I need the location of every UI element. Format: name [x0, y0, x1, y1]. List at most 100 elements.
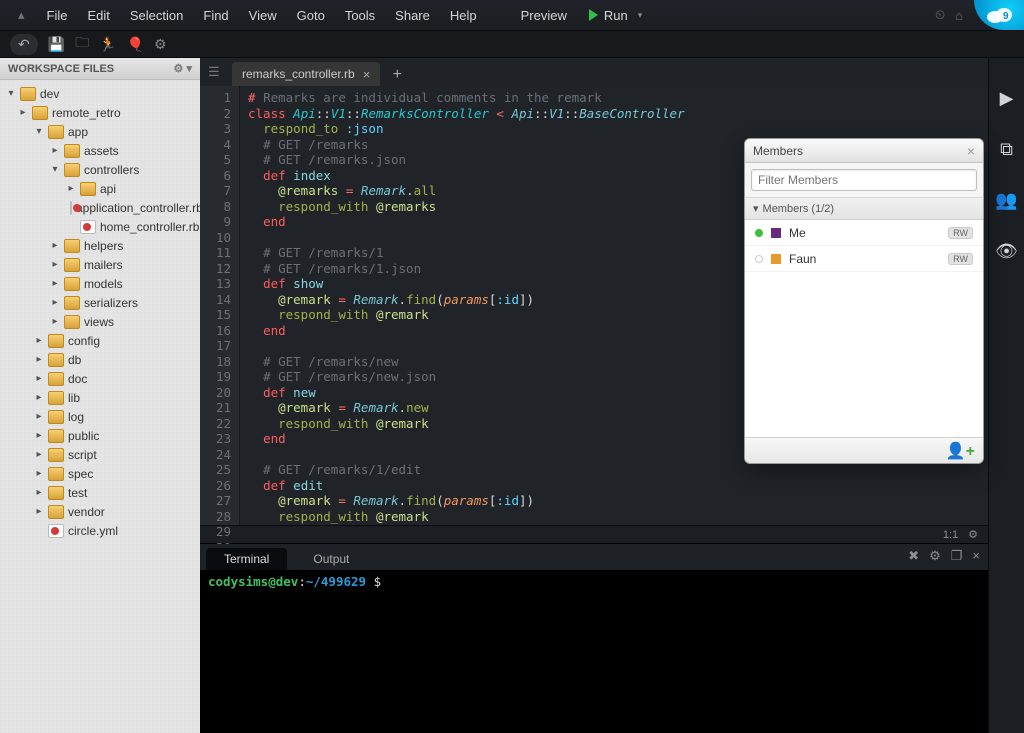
- file-icon: [48, 524, 64, 538]
- settings-icon[interactable]: ⚙: [154, 36, 167, 53]
- terminal-split-icon[interactable]: ❐: [951, 548, 963, 564]
- tree-item-home-controller-rb[interactable]: home_controller.rb: [0, 217, 200, 236]
- tree-item-spec[interactable]: ▸spec: [0, 464, 200, 483]
- save-icon[interactable]: 💾: [48, 36, 65, 53]
- tree-item-circle-yml[interactable]: circle.yml: [0, 521, 200, 540]
- tree-item-log[interactable]: ▸log: [0, 407, 200, 426]
- tree-item-test[interactable]: ▸test: [0, 483, 200, 502]
- members-close-icon[interactable]: ×: [967, 143, 975, 159]
- preview-button[interactable]: Preview: [511, 4, 577, 27]
- rbfile-icon: [70, 201, 72, 215]
- menu-file[interactable]: File: [37, 4, 78, 27]
- tree-arrow-icon: ▸: [34, 411, 44, 422]
- tab-list-icon[interactable]: ☰: [208, 64, 226, 82]
- tree-item-remote-retro[interactable]: ▸remote_retro: [0, 103, 200, 122]
- tree-item-helpers[interactable]: ▸helpers: [0, 236, 200, 255]
- folder-icon: [48, 505, 64, 519]
- tree-item-models[interactable]: ▸models: [0, 274, 200, 293]
- run-button[interactable]: Run ▾: [579, 4, 652, 27]
- tree-item-lib[interactable]: ▸lib: [0, 388, 200, 407]
- terminal-tab-output[interactable]: Output: [295, 548, 367, 570]
- sidebar-settings-icon[interactable]: ⚙ ▾: [174, 62, 192, 75]
- tree-item-views[interactable]: ▸views: [0, 312, 200, 331]
- rail-debug-icon[interactable]: ⧉: [1000, 139, 1013, 160]
- tree-label: spec: [68, 467, 93, 481]
- tree-label: application_controller.rb: [76, 201, 200, 215]
- tree-item-dev[interactable]: ▾dev: [0, 84, 200, 103]
- add-member-icon[interactable]: 👤+: [946, 441, 975, 461]
- tree-item-controllers[interactable]: ▾controllers: [0, 160, 200, 179]
- tab-new-button[interactable]: +: [386, 64, 408, 86]
- status-settings-icon[interactable]: ⚙: [968, 528, 978, 541]
- tree-label: mailers: [84, 258, 123, 272]
- terminal-symbol: $: [374, 574, 382, 589]
- folder-icon: [48, 467, 64, 481]
- file-tree[interactable]: ▾dev▸remote_retro▾app▸assets▾controllers…: [0, 80, 200, 733]
- menu-view[interactable]: View: [239, 4, 287, 27]
- tree-item-serializers[interactable]: ▸serializers: [0, 293, 200, 312]
- tab-remarks-controller[interactable]: remarks_controller.rb ×: [232, 62, 380, 86]
- tab-close-icon[interactable]: ×: [363, 67, 371, 82]
- tree-item-db[interactable]: ▸db: [0, 350, 200, 369]
- terminal-settings-icon[interactable]: ⚙: [929, 548, 941, 564]
- menu-find[interactable]: Find: [193, 4, 238, 27]
- terminal-tab-terminal[interactable]: Terminal: [206, 548, 287, 570]
- tree-label: models: [84, 277, 123, 291]
- members-group-header[interactable]: ▾ Members (1/2): [745, 198, 983, 220]
- play-icon: [589, 9, 598, 21]
- back-icon[interactable]: ↶: [10, 34, 38, 55]
- members-filter-input[interactable]: [751, 169, 977, 191]
- menu-help[interactable]: Help: [440, 4, 487, 27]
- terminal-body[interactable]: codysims@dev:~/499629 $: [200, 570, 988, 733]
- tab-strip: ☰ remarks_controller.rb × +: [200, 58, 988, 86]
- tree-item-mailers[interactable]: ▸mailers: [0, 255, 200, 274]
- tree-item-application-controller-rb[interactable]: application_controller.rb: [0, 198, 200, 217]
- menu-tools[interactable]: Tools: [335, 4, 385, 27]
- terminal-close-icon[interactable]: ×: [972, 548, 980, 564]
- folder-icon[interactable]: 🗀: [75, 32, 89, 56]
- tree-item-app[interactable]: ▾app: [0, 122, 200, 141]
- debug-icon[interactable]: 🎈: [127, 36, 144, 53]
- status-bar: 1:1 ⚙: [200, 525, 988, 543]
- editor-area: ☰ remarks_controller.rb × + 123456789101…: [200, 58, 988, 733]
- folder-open-icon: [48, 125, 64, 139]
- menu-edit[interactable]: Edit: [77, 4, 119, 27]
- member-row[interactable]: MeRW: [745, 220, 983, 246]
- dashboard-icon[interactable]: ⏲: [935, 7, 945, 23]
- run-icon[interactable]: 🏃: [99, 36, 116, 53]
- app-menu-icon[interactable]: ▴: [8, 3, 35, 27]
- code-editor[interactable]: 1234567891011121314151617181920212223242…: [200, 86, 988, 525]
- member-row[interactable]: FaunRW: [745, 246, 983, 272]
- svg-text:9: 9: [1003, 11, 1009, 22]
- terminal-path: ~/499629: [306, 574, 366, 589]
- tree-label: doc: [68, 372, 87, 386]
- home-icon[interactable]: ⌂: [955, 8, 963, 23]
- tree-label: home_controller.rb: [100, 220, 199, 234]
- member-permission-badge[interactable]: RW: [948, 253, 973, 265]
- member-color-icon: [771, 228, 781, 238]
- rail-collab-icon[interactable]: 👥: [995, 190, 1017, 211]
- tree-item-config[interactable]: ▸config: [0, 331, 200, 350]
- tree-arrow-icon: ▸: [34, 487, 44, 498]
- presence-icon: [755, 255, 763, 263]
- tree-item-doc[interactable]: ▸doc: [0, 369, 200, 388]
- tree-arrow-icon: ▾: [6, 88, 16, 99]
- tree-item-vendor[interactable]: ▸vendor: [0, 502, 200, 521]
- members-title: Members: [753, 144, 803, 158]
- folder-icon: [64, 258, 80, 272]
- members-header[interactable]: Members ×: [745, 139, 983, 163]
- menu-share[interactable]: Share: [385, 4, 440, 27]
- menu-selection[interactable]: Selection: [120, 4, 193, 27]
- menu-goto[interactable]: Goto: [287, 4, 335, 27]
- terminal-clear-icon[interactable]: ✖: [908, 548, 919, 564]
- tree-item-public[interactable]: ▸public: [0, 426, 200, 445]
- tree-item-assets[interactable]: ▸assets: [0, 141, 200, 160]
- rail-preview-icon[interactable]: 👁: [995, 241, 1018, 262]
- rail-run-icon[interactable]: ▶: [1000, 88, 1014, 109]
- member-permission-badge[interactable]: RW: [948, 227, 973, 239]
- tree-item-script[interactable]: ▸script: [0, 445, 200, 464]
- tree-item-api[interactable]: ▸api: [0, 179, 200, 198]
- run-dropdown-icon[interactable]: ▾: [638, 10, 643, 21]
- folder-icon: [48, 353, 64, 367]
- cloud9-logo[interactable]: 9: [974, 0, 1024, 30]
